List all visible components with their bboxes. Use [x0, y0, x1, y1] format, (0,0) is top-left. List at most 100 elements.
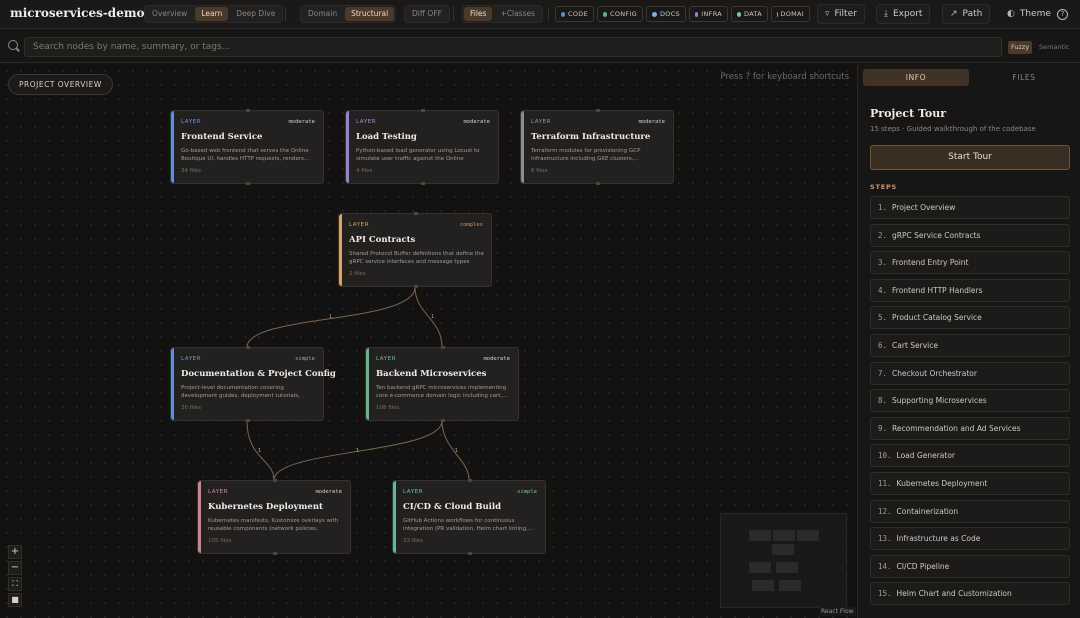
zoom-in-icon[interactable]: +: [8, 545, 22, 559]
data-dot-icon: [737, 11, 742, 17]
node-name: Terraform Infrastructure: [531, 132, 651, 142]
graph-node-frontend-service[interactable]: LAYER moderate Frontend Service Go-based…: [170, 109, 324, 185]
filter-chip-data[interactable]: DATA: [731, 6, 768, 22]
detail-classes[interactable]: +Classes: [494, 7, 541, 21]
divider: [548, 7, 549, 21]
node-complexity: moderate: [315, 489, 343, 495]
search-input[interactable]: [24, 37, 1002, 57]
tour-step[interactable]: 11. Kubernetes Deployment: [870, 471, 1070, 495]
graph-node-backend-microservices[interactable]: LAYER moderate Backend Microservices Ten…: [365, 346, 519, 422]
project-overview-button[interactable]: PROJECT OVERVIEW: [8, 74, 113, 95]
search-mode-fuzzy[interactable]: Fuzzy: [1008, 41, 1033, 54]
node-handle[interactable]: [414, 212, 418, 215]
filter-chip-infra[interactable]: INFRA: [689, 6, 728, 22]
graph-node-api-contracts[interactable]: LAYER complex API Contracts Shared Proto…: [338, 212, 492, 288]
node-handle[interactable]: [246, 109, 250, 112]
tour-step[interactable]: 1. Project Overview: [870, 196, 1070, 219]
filter-chip-code[interactable]: CODE: [555, 6, 594, 22]
node-complexity: simple: [517, 489, 537, 495]
view-structural[interactable]: Structural: [345, 7, 395, 21]
path-button[interactable]: ↗ Path: [942, 4, 991, 24]
export-button[interactable]: ⤓ Export: [876, 4, 931, 24]
node-accent-bar: [171, 111, 174, 183]
theme-button[interactable]: ◐ Theme: [999, 4, 1059, 24]
side-panel: INFO FILES Project Tour 15 steps · Guide…: [857, 64, 1080, 618]
minimap-node: [772, 544, 794, 555]
node-handle[interactable]: [414, 285, 418, 288]
node-handle[interactable]: [441, 346, 445, 349]
node-summary: Kubernetes manifests, Kustomize overlays…: [208, 518, 339, 532]
graph-canvas[interactable]: 1 1 1 1 1 PROJECT OVERVIEW Press ? for k…: [0, 64, 857, 618]
docs-dot-icon: [652, 11, 657, 17]
node-handle[interactable]: [468, 479, 472, 482]
filter-chip-docs[interactable]: DOCS: [646, 6, 686, 22]
node-handle[interactable]: [441, 419, 445, 422]
filter-chip-config[interactable]: CONFIG: [597, 6, 643, 22]
mode-overview[interactable]: Overview: [146, 7, 193, 21]
start-tour-button[interactable]: Start Tour: [870, 145, 1070, 170]
minimap-node: [776, 562, 798, 573]
graph-node-ci-cd-cloud-build[interactable]: LAYER simple CI/CD & Cloud Build GitHub …: [392, 479, 546, 555]
tour-step[interactable]: 7. Checkout Orchestrator: [870, 361, 1070, 385]
node-handle[interactable]: [273, 552, 277, 555]
node-file-count: 108 files: [376, 405, 400, 411]
node-kind: LAYER: [181, 119, 202, 125]
node-complexity: complex: [459, 222, 483, 228]
tour-step[interactable]: 12. Containerization: [870, 499, 1070, 523]
mode-deep-dive[interactable]: Deep Dive: [230, 7, 281, 21]
node-handle[interactable]: [246, 182, 250, 185]
search-icon: [8, 40, 18, 50]
tour-step[interactable]: 4. Frontend HTTP Handlers: [870, 278, 1070, 302]
tour-step[interactable]: 6. Cart Service: [870, 333, 1070, 357]
node-handle[interactable]: [596, 109, 600, 112]
edge-label: 1: [329, 314, 332, 320]
tour-step[interactable]: 3. Frontend Entry Point: [870, 251, 1070, 275]
tour-step[interactable]: 9. Recommendation and Ad Services: [870, 416, 1070, 440]
filter-button[interactable]: ▿ Filter: [817, 4, 865, 24]
tour-step[interactable]: 8. Supporting Microservices: [870, 389, 1070, 413]
node-handle[interactable]: [596, 182, 600, 185]
diff-toggle-wrap: Diff OFF: [404, 5, 450, 23]
fit-view-icon[interactable]: ⛶: [8, 577, 22, 591]
help-button[interactable]: ?: [1052, 4, 1073, 24]
mode-learn[interactable]: Learn: [195, 7, 229, 21]
minimap[interactable]: [720, 513, 847, 608]
tour-step[interactable]: 14. CI/CD Pipeline: [870, 554, 1070, 578]
react-flow-attribution[interactable]: React Flow: [819, 607, 856, 616]
view-domain[interactable]: Domain: [302, 7, 343, 21]
node-handle[interactable]: [468, 552, 472, 555]
node-accent-bar: [171, 348, 174, 420]
filter-chip-domain[interactable]: DOMAI: [771, 6, 810, 22]
graph-node-load-testing[interactable]: LAYER moderate Load Testing Python-based…: [345, 109, 499, 185]
node-accent-bar: [346, 111, 349, 183]
node-handle[interactable]: [421, 182, 425, 185]
detail-files[interactable]: Files: [464, 7, 493, 21]
zoom-out-icon[interactable]: −: [8, 561, 22, 575]
tour-step[interactable]: 10. Load Generator: [870, 444, 1070, 468]
steps-heading: STEPS: [870, 183, 898, 191]
tab-info[interactable]: INFO: [863, 69, 969, 86]
node-kind: LAYER: [181, 356, 202, 362]
tour-step[interactable]: 15. Helm Chart and Customization: [870, 582, 1070, 606]
node-handle[interactable]: [421, 109, 425, 112]
node-handle[interactable]: [246, 419, 250, 422]
node-handle[interactable]: [273, 479, 277, 482]
graph-node-kubernetes-deployment[interactable]: LAYER moderate Kubernetes Deployment Kub…: [197, 479, 351, 555]
graph-node-documentation-project-config[interactable]: LAYER simple Documentation & Project Con…: [170, 346, 336, 422]
node-handle[interactable]: [246, 346, 250, 349]
node-file-count: 105 files: [208, 538, 232, 544]
search-mode-semantic[interactable]: Semantic: [1036, 41, 1073, 54]
node-file-count: 20 files: [181, 405, 201, 411]
diff-toggle[interactable]: Diff OFF: [406, 7, 448, 21]
node-file-count: 6 files: [531, 168, 548, 174]
tab-files[interactable]: FILES: [971, 69, 1077, 86]
tour-step[interactable]: 5. Product Catalog Service: [870, 306, 1070, 330]
node-accent-bar: [521, 111, 524, 183]
graph-node-terraform-infrastructure[interactable]: LAYER moderate Terraform Infrastructure …: [520, 109, 674, 185]
lock-icon[interactable]: ■: [8, 593, 22, 607]
edge-label: 1: [356, 448, 359, 454]
node-name: Kubernetes Deployment: [208, 502, 323, 512]
tour-step[interactable]: 13. Infrastructure as Code: [870, 527, 1070, 551]
funnel-icon: ▿: [825, 9, 830, 19]
tour-step[interactable]: 2. gRPC Service Contracts: [870, 223, 1070, 247]
